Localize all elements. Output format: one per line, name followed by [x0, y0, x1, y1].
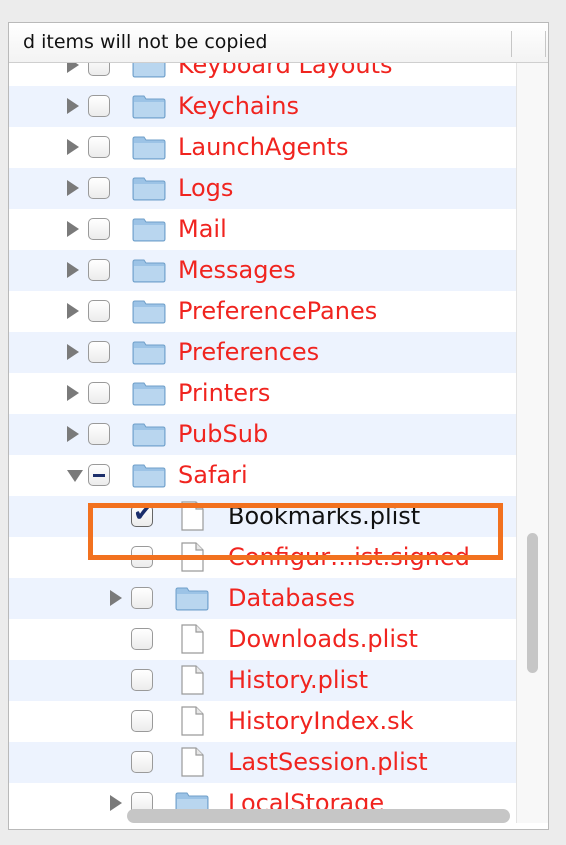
folder-icon	[132, 299, 166, 324]
disclosure-triangle-right-icon[interactable]	[67, 262, 79, 278]
folder-icon	[132, 422, 166, 447]
folder-icon	[132, 135, 166, 160]
document-icon	[179, 747, 205, 777]
tree-row[interactable]: Mail	[9, 209, 516, 250]
folder-icon	[132, 63, 166, 78]
row-checkbox[interactable]	[131, 751, 153, 773]
row-checkbox[interactable]	[88, 259, 110, 281]
column-separator[interactable]	[545, 31, 546, 57]
tree-row-label: Preferences	[178, 338, 320, 366]
row-checkbox[interactable]	[88, 341, 110, 363]
column-header: d items will not be copied	[9, 23, 548, 63]
tree-row[interactable]: Downloads.plist	[9, 619, 516, 660]
tree-row[interactable]: Databases	[9, 578, 516, 619]
tree-row[interactable]: Printers	[9, 373, 516, 414]
disclosure-triangle-right-icon[interactable]	[110, 795, 122, 811]
tree-row-label: LastSession.plist	[228, 748, 428, 776]
tree-row[interactable]: Logs	[9, 168, 516, 209]
document-icon	[179, 624, 205, 654]
tree-row[interactable]: LastSession.plist	[9, 742, 516, 783]
folder-icon	[132, 94, 166, 119]
tree-row[interactable]: PubSub	[9, 414, 516, 455]
disclosure-triangle-right-icon[interactable]	[67, 139, 79, 155]
tree-row-label: Messages	[178, 256, 296, 284]
row-checkbox[interactable]	[131, 587, 153, 609]
vertical-scroll-thumb[interactable]	[527, 533, 538, 673]
disclosure-triangle-right-icon[interactable]	[110, 590, 122, 606]
disclosure-triangle-right-icon[interactable]	[67, 180, 79, 196]
tree-row-label: Safari	[178, 461, 248, 489]
horizontal-scroll-thumb[interactable]	[127, 809, 510, 823]
tree-row-label: HistoryIndex.sk	[228, 707, 414, 735]
row-checkbox[interactable]	[88, 423, 110, 445]
disclosure-triangle-right-icon[interactable]	[67, 63, 79, 73]
column-header-title: d items will not be copied	[23, 31, 268, 53]
row-checkbox[interactable]	[131, 669, 153, 691]
document-icon	[179, 665, 205, 695]
folder-icon	[132, 463, 166, 488]
disclosure-triangle-right-icon[interactable]	[67, 98, 79, 114]
folder-icon	[132, 176, 166, 201]
file-selection-panel: d items will not be copied Keyboard Layo…	[8, 22, 549, 830]
tree-row-label: Logs	[178, 174, 234, 202]
tree-row-label: PubSub	[178, 420, 269, 448]
row-checkbox[interactable]	[88, 300, 110, 322]
folder-icon	[132, 381, 166, 406]
tree-row-label: Keyboard Layouts	[178, 63, 393, 79]
tree-row-label: Mail	[178, 215, 227, 243]
tree-row[interactable]: Keychains	[9, 86, 516, 127]
tree-row-label: Downloads.plist	[228, 625, 418, 653]
disclosure-triangle-right-icon[interactable]	[67, 344, 79, 360]
folder-icon	[132, 340, 166, 365]
row-checkbox[interactable]	[88, 464, 110, 486]
tree-row[interactable]: HistoryIndex.sk	[9, 701, 516, 742]
disclosure-triangle-right-icon[interactable]	[67, 221, 79, 237]
row-checkbox[interactable]	[88, 63, 110, 76]
tree-row-label: PreferencePanes	[178, 297, 378, 325]
tree-row-label: LaunchAgents	[178, 133, 349, 161]
row-checkbox[interactable]	[88, 218, 110, 240]
vertical-scrollbar[interactable]	[516, 63, 548, 823]
row-checkbox[interactable]	[88, 177, 110, 199]
tree-row[interactable]: Preferences	[9, 332, 516, 373]
column-separator[interactable]	[511, 31, 512, 57]
highlight-annotation-box	[88, 503, 503, 560]
tree-row[interactable]: Keyboard Layouts	[9, 63, 516, 86]
disclosure-triangle-down-icon[interactable]	[67, 470, 83, 482]
folder-icon	[175, 586, 209, 611]
folder-icon	[132, 258, 166, 283]
folder-icon	[132, 217, 166, 242]
tree-row-label: Keychains	[178, 92, 300, 120]
disclosure-triangle-right-icon[interactable]	[67, 385, 79, 401]
disclosure-triangle-right-icon[interactable]	[67, 426, 79, 442]
row-checkbox[interactable]	[131, 710, 153, 732]
disclosure-triangle-right-icon[interactable]	[67, 303, 79, 319]
row-checkbox[interactable]	[131, 628, 153, 650]
document-icon	[179, 706, 205, 736]
tree-row[interactable]: Safari	[9, 455, 516, 496]
tree-row[interactable]: LaunchAgents	[9, 127, 516, 168]
tree-row[interactable]: Messages	[9, 250, 516, 291]
tree-row[interactable]: PreferencePanes	[9, 291, 516, 332]
row-checkbox[interactable]	[88, 136, 110, 158]
tree-row-label: History.plist	[228, 666, 369, 694]
row-checkbox[interactable]	[88, 382, 110, 404]
file-tree: Keyboard Layouts Keychains LaunchAgents Log…	[9, 63, 516, 823]
tree-row-label: Databases	[228, 584, 356, 612]
tree-row-label: Printers	[178, 379, 271, 407]
row-checkbox[interactable]	[88, 95, 110, 117]
tree-row[interactable]: History.plist	[9, 660, 516, 701]
